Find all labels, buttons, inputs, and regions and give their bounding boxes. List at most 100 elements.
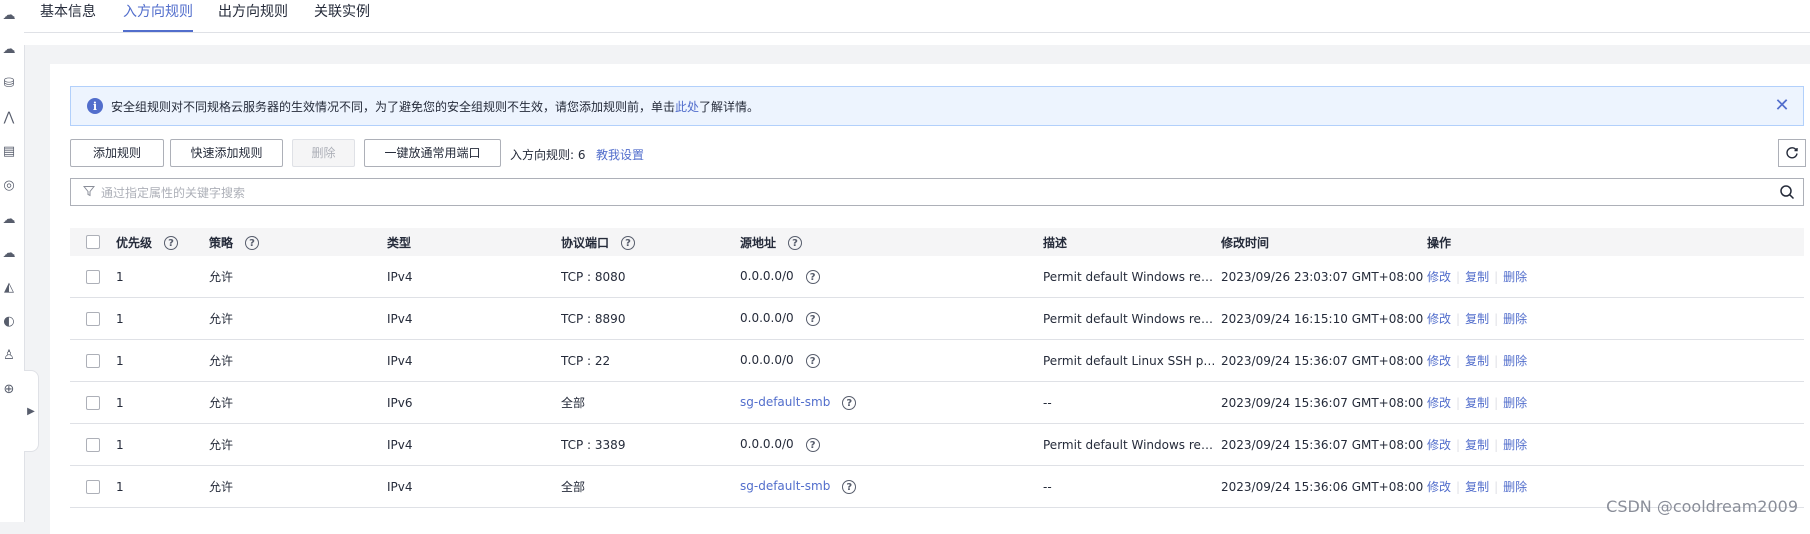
action-divider: | [1494, 312, 1499, 326]
table-row: 1 允许 IPv4 TCP : 22 0.0.0.0/0? Permit default … [70, 339, 1804, 382]
refresh-button[interactable] [1778, 139, 1806, 167]
tab-basic-info[interactable]: 基本信息 [40, 0, 96, 32]
cdn-icon[interactable]: ◭ [0, 278, 18, 296]
copy-link[interactable]: 复制 [1465, 354, 1489, 368]
monitor-icon[interactable]: ◐ [0, 312, 18, 330]
modify-link[interactable]: 修改 [1427, 396, 1451, 410]
row-checkbox[interactable] [86, 353, 100, 368]
help-icon[interactable]: ? [788, 236, 803, 250]
header-description: 描述 [1043, 235, 1068, 250]
delete-link[interactable]: 删除 [1503, 354, 1527, 368]
info-alert: i 安全组规则对不同规格云服务器的生效情况不同，为了避免您的安全组规则不生效，请… [70, 86, 1804, 126]
modify-link[interactable]: 修改 [1427, 270, 1451, 284]
policy-value: 允许 [209, 270, 234, 284]
source-value[interactable]: sg-default-smb [740, 395, 830, 409]
header-protocol-port: 协议端口 [561, 235, 610, 250]
search-icon[interactable] [1779, 184, 1795, 200]
cloud-backup-icon[interactable]: ☁ [0, 244, 18, 262]
copy-link[interactable]: 复制 [1465, 438, 1489, 452]
cloud-server-icon[interactable]: ☁ [0, 6, 18, 24]
alert-details-link[interactable]: 此处 [675, 100, 699, 114]
copy-link[interactable]: 复制 [1465, 270, 1489, 284]
modified-time-value: 2023/09/24 15:36:07 GMT+08:00 [1221, 353, 1424, 368]
user-icon[interactable]: ♙ [0, 346, 18, 364]
description-value: -- [1043, 479, 1052, 494]
select-all-checkbox[interactable] [86, 235, 100, 250]
teach-me-link[interactable]: 教我设置 [596, 146, 644, 163]
add-rule-button[interactable]: 添加规则 [70, 139, 164, 167]
search-input[interactable] [99, 181, 1743, 205]
delete-button[interactable]: 删除 [292, 139, 355, 167]
protocol-port-value: TCP : 22 [561, 353, 611, 368]
network-icon[interactable]: ⋀ [0, 108, 18, 126]
rules-table: 优先级? 策略? 类型 协议端口? 源地址? 描述 修改时间 操作 1 允许 IPv… [70, 228, 1804, 508]
delete-link[interactable]: 删除 [1503, 396, 1527, 410]
delete-link[interactable]: 删除 [1503, 438, 1527, 452]
priority-value: 1 [116, 479, 124, 494]
source-value[interactable]: sg-default-smb [740, 479, 830, 493]
tab-associated-instances[interactable]: 关联实例 [314, 0, 370, 32]
table-header-row: 优先级? 策略? 类型 协议端口? 源地址? 描述 修改时间 操作 [70, 228, 1804, 256]
delete-link[interactable]: 删除 [1503, 270, 1527, 284]
modify-link[interactable]: 修改 [1427, 354, 1451, 368]
refresh-icon [1786, 147, 1798, 159]
modify-link[interactable]: 修改 [1427, 480, 1451, 494]
alert-message: 安全组规则对不同规格云服务器的生效情况不同，为了避免您的安全组规则不生效，请您添… [111, 98, 759, 115]
tab-inbound-rules[interactable]: 入方向规则 [123, 0, 193, 32]
action-divider: | [1456, 438, 1461, 452]
copy-link[interactable]: 复制 [1465, 480, 1489, 494]
delete-link[interactable]: 删除 [1503, 312, 1527, 326]
help-icon[interactable]: ? [805, 437, 820, 452]
database-icon[interactable]: ⛁ [0, 74, 18, 92]
help-icon[interactable]: ? [805, 311, 820, 326]
protocol-port-value: TCP : 3389 [561, 437, 626, 452]
row-checkbox[interactable] [86, 479, 100, 494]
cloud-storage-icon[interactable]: ☁ [0, 210, 18, 228]
help-icon[interactable]: ? [805, 269, 820, 284]
quick-add-rule-button[interactable]: 快速添加规则 [170, 139, 283, 167]
modify-link[interactable]: 修改 [1427, 438, 1451, 452]
row-checkbox[interactable] [86, 311, 100, 326]
row-checkbox[interactable] [86, 395, 100, 410]
action-divider: | [1494, 270, 1499, 284]
protocol-port-value: 全部 [561, 480, 586, 494]
help-icon[interactable]: ? [805, 353, 820, 368]
description-value: Permit default Windows remote ... [1043, 269, 1221, 284]
copy-link[interactable]: 复制 [1465, 396, 1489, 410]
row-checkbox[interactable] [86, 437, 100, 452]
globe-icon[interactable]: ⊕ [0, 380, 18, 398]
action-divider: | [1456, 312, 1461, 326]
tab-outbound-rules[interactable]: 出方向规则 [218, 0, 288, 32]
action-divider: | [1456, 480, 1461, 494]
help-icon[interactable]: ? [842, 479, 857, 494]
security-icon[interactable]: ◎ [0, 176, 18, 194]
help-icon[interactable]: ? [621, 236, 636, 250]
header-modified-time: 修改时间 [1221, 235, 1270, 250]
help-icon[interactable]: ? [164, 236, 179, 250]
source-value: 0.0.0.0/0 [740, 353, 794, 368]
expand-sidebar-button[interactable]: ▶ [24, 370, 39, 452]
info-icon: i [87, 98, 103, 114]
description-value: Permit default Linux SSH port. [1043, 353, 1221, 368]
help-icon[interactable]: ? [245, 236, 260, 250]
cloud-icon[interactable]: ☁ [0, 40, 18, 58]
description-value: Permit default Windows remote ... [1043, 311, 1221, 326]
left-nav-rail: ☁ ☁ ⛁ ⋀ ▤ ◎ ☁ ☁ ◭ ◐ ♙ ⊕ [0, 0, 25, 522]
priority-value: 1 [116, 437, 124, 452]
close-icon[interactable]: ✕ [1771, 95, 1793, 117]
action-divider: | [1456, 396, 1461, 410]
action-divider: | [1456, 270, 1461, 284]
action-divider: | [1494, 480, 1499, 494]
policy-value: 允许 [209, 312, 234, 326]
modify-link[interactable]: 修改 [1427, 312, 1451, 326]
open-common-ports-button[interactable]: 一键放通常用端口 [364, 139, 501, 167]
type-value: IPv6 [387, 395, 413, 410]
delete-link[interactable]: 删除 [1503, 480, 1527, 494]
copy-link[interactable]: 复制 [1465, 312, 1489, 326]
header-source: 源地址 [740, 235, 777, 250]
rule-count: 入方向规则: 6 [510, 148, 586, 162]
row-checkbox[interactable] [86, 269, 100, 284]
document-icon[interactable]: ▤ [0, 142, 18, 160]
help-icon[interactable]: ? [842, 395, 857, 410]
tab-content-band [24, 33, 1810, 45]
